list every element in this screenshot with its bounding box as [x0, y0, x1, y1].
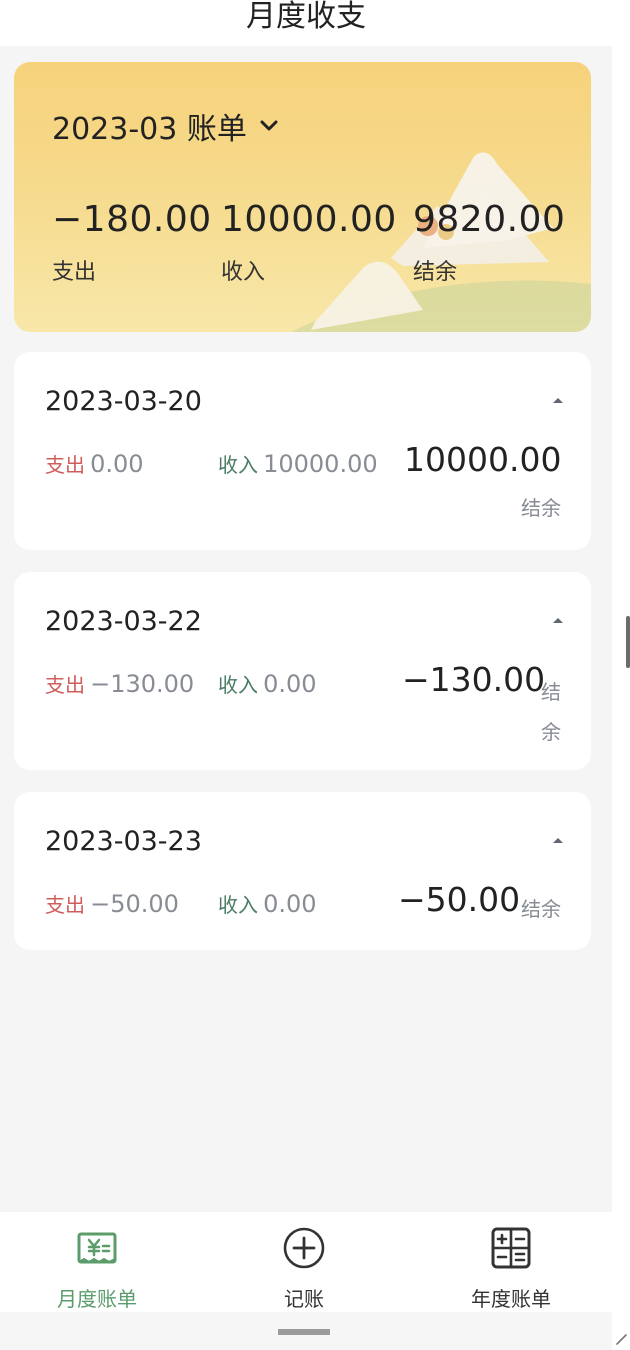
window-edge	[612, 0, 630, 1350]
tab-yearly-bill[interactable]: 年度账单	[436, 1226, 586, 1312]
month-label: 2023-03 账单	[52, 112, 247, 147]
chevron-up-icon[interactable]	[549, 612, 567, 630]
day-card[interactable]: 2023-03-22 支出 −130.00 收入 0.00 −130.00 结余	[14, 572, 591, 770]
app-root: 月度收支 2023-03 账单 −180.00 支出 10000.00 收入 9…	[0, 0, 612, 1350]
summary-income-value: 10000.00	[221, 199, 397, 240]
day-balance-value: −50.00	[398, 880, 521, 919]
bottom-tab-bar: 月度账单 记账 年度账单	[0, 1212, 612, 1312]
page-title: 月度收支	[246, 0, 366, 34]
day-balance-label: 结余	[521, 897, 561, 921]
day-income: 收入 0.00	[218, 889, 317, 918]
summary-expense-value: −180.00	[52, 199, 212, 240]
day-balance-label: 结余	[521, 496, 561, 520]
tab-label: 年度账单	[471, 1287, 551, 1311]
day-card[interactable]: 2023-03-20 支出 0.00 收入 10000.00 10000.00 …	[14, 352, 591, 550]
day-expense-label: 支出	[45, 453, 85, 477]
day-income-value: 10000.00	[263, 450, 378, 478]
summary-expense-label: 支出	[52, 260, 97, 285]
page-header: 月度收支	[0, 0, 612, 46]
day-income-value: 0.00	[263, 670, 317, 698]
summary-income: 10000.00 收入	[221, 198, 397, 286]
resize-corner-icon[interactable]	[614, 1332, 628, 1346]
tab-label: 月度账单	[57, 1287, 137, 1311]
day-date: 2023-03-22	[45, 606, 202, 637]
chevron-down-icon	[260, 120, 278, 131]
plus-circle-icon	[283, 1227, 325, 1269]
day-expense-label: 支出	[45, 893, 85, 917]
day-income: 收入 0.00	[218, 669, 317, 698]
day-income: 收入 10000.00	[218, 449, 378, 478]
summary-balance: 9820.00 结余	[413, 198, 565, 286]
monthly-summary-card: 2023-03 账单 −180.00 支出 10000.00 收入 9820.0…	[14, 62, 591, 332]
chevron-up-icon[interactable]	[549, 832, 567, 850]
summary-balance-label: 结余	[413, 260, 458, 285]
day-income-label: 收入	[218, 893, 258, 917]
day-expense-label: 支出	[45, 673, 85, 697]
day-expense: 支出 −50.00	[45, 889, 179, 918]
summary-income-label: 收入	[221, 260, 266, 285]
day-card[interactable]: 2023-03-23 支出 −50.00 收入 0.00 −50.00 结余	[14, 792, 591, 950]
summary-balance-value: 9820.00	[413, 199, 566, 240]
scrollbar-thumb[interactable]	[626, 616, 630, 668]
day-income-label: 收入	[218, 673, 258, 697]
day-balance-value: 10000.00	[404, 440, 562, 479]
tab-record[interactable]: 记账	[229, 1226, 379, 1312]
day-expense-value: −130.00	[90, 670, 195, 698]
day-expense: 支出 −130.00	[45, 669, 194, 698]
month-selector[interactable]: 2023-03 账单	[52, 104, 281, 148]
home-indicator-area	[0, 1312, 612, 1350]
tab-monthly-bill[interactable]: 月度账单	[22, 1226, 172, 1312]
bill-icon	[77, 1232, 117, 1264]
chevron-up-icon[interactable]	[549, 392, 567, 410]
day-date: 2023-03-23	[45, 826, 202, 857]
calculator-icon	[491, 1227, 531, 1269]
day-expense-value: −50.00	[90, 890, 179, 918]
home-indicator[interactable]	[278, 1329, 330, 1335]
day-balance-label: 结余	[541, 680, 561, 744]
day-expense: 支出 0.00	[45, 449, 144, 478]
tab-label: 记账	[284, 1287, 324, 1311]
day-income-label: 收入	[218, 453, 258, 477]
day-income-value: 0.00	[263, 890, 317, 918]
day-expense-value: 0.00	[90, 450, 144, 478]
summary-expense: −180.00 支出	[52, 198, 212, 286]
day-balance-value: −130.00	[402, 660, 546, 699]
day-date: 2023-03-20	[45, 386, 202, 417]
